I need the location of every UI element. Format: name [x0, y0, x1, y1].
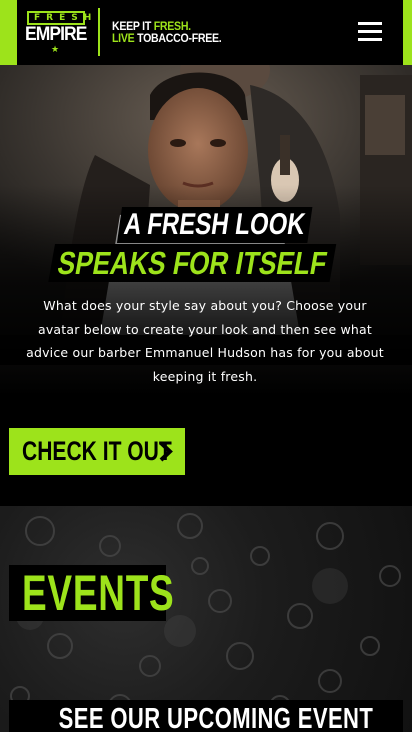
upcoming-event-label: SEE OUR UPCOMING EVENT [58, 703, 374, 732]
logo-empire-text: EMPIRE [25, 24, 87, 45]
tagline: KEEP IT FRESH. LIVE TOBACCO-FREE. [112, 20, 222, 45]
hero-section: A FRESH LOOK SPEAKS FOR ITSELF What does… [0, 65, 412, 506]
events-heading: EVENTS [22, 565, 175, 621]
fresh-empire-logo[interactable]: FRESH EMPIRE ★ [25, 11, 91, 55]
events-section: EVENTS SEE OUR UPCOMING EVENT [0, 506, 412, 732]
check-it-out-button[interactable]: CHECK IT OUT [9, 428, 185, 475]
check-it-out-label: CHECK IT OUT [22, 436, 172, 466]
tagline-line-2: LIVE TOBACCO-FREE. [112, 31, 222, 45]
hero-headline-line-2: SPEAKS FOR ITSELF [48, 244, 337, 282]
upcoming-event-banner[interactable]: SEE OUR UPCOMING EVENT [9, 700, 403, 732]
hero-description: What does your style say about you? Choo… [26, 298, 384, 384]
star-icon: ★ [51, 44, 60, 54]
hero-headline-line-1: A FRESH LOOK [116, 207, 313, 243]
site-header: FRESH EMPIRE ★ KEEP IT FRESH. LIVE TOBAC… [0, 0, 412, 65]
chevron-right-icon [159, 441, 173, 462]
hamburger-menu-icon[interactable] [358, 22, 382, 42]
header-divider [98, 8, 100, 56]
events-heading-box: EVENTS [9, 565, 174, 621]
logo-fresh-text: FRESH [27, 11, 91, 25]
